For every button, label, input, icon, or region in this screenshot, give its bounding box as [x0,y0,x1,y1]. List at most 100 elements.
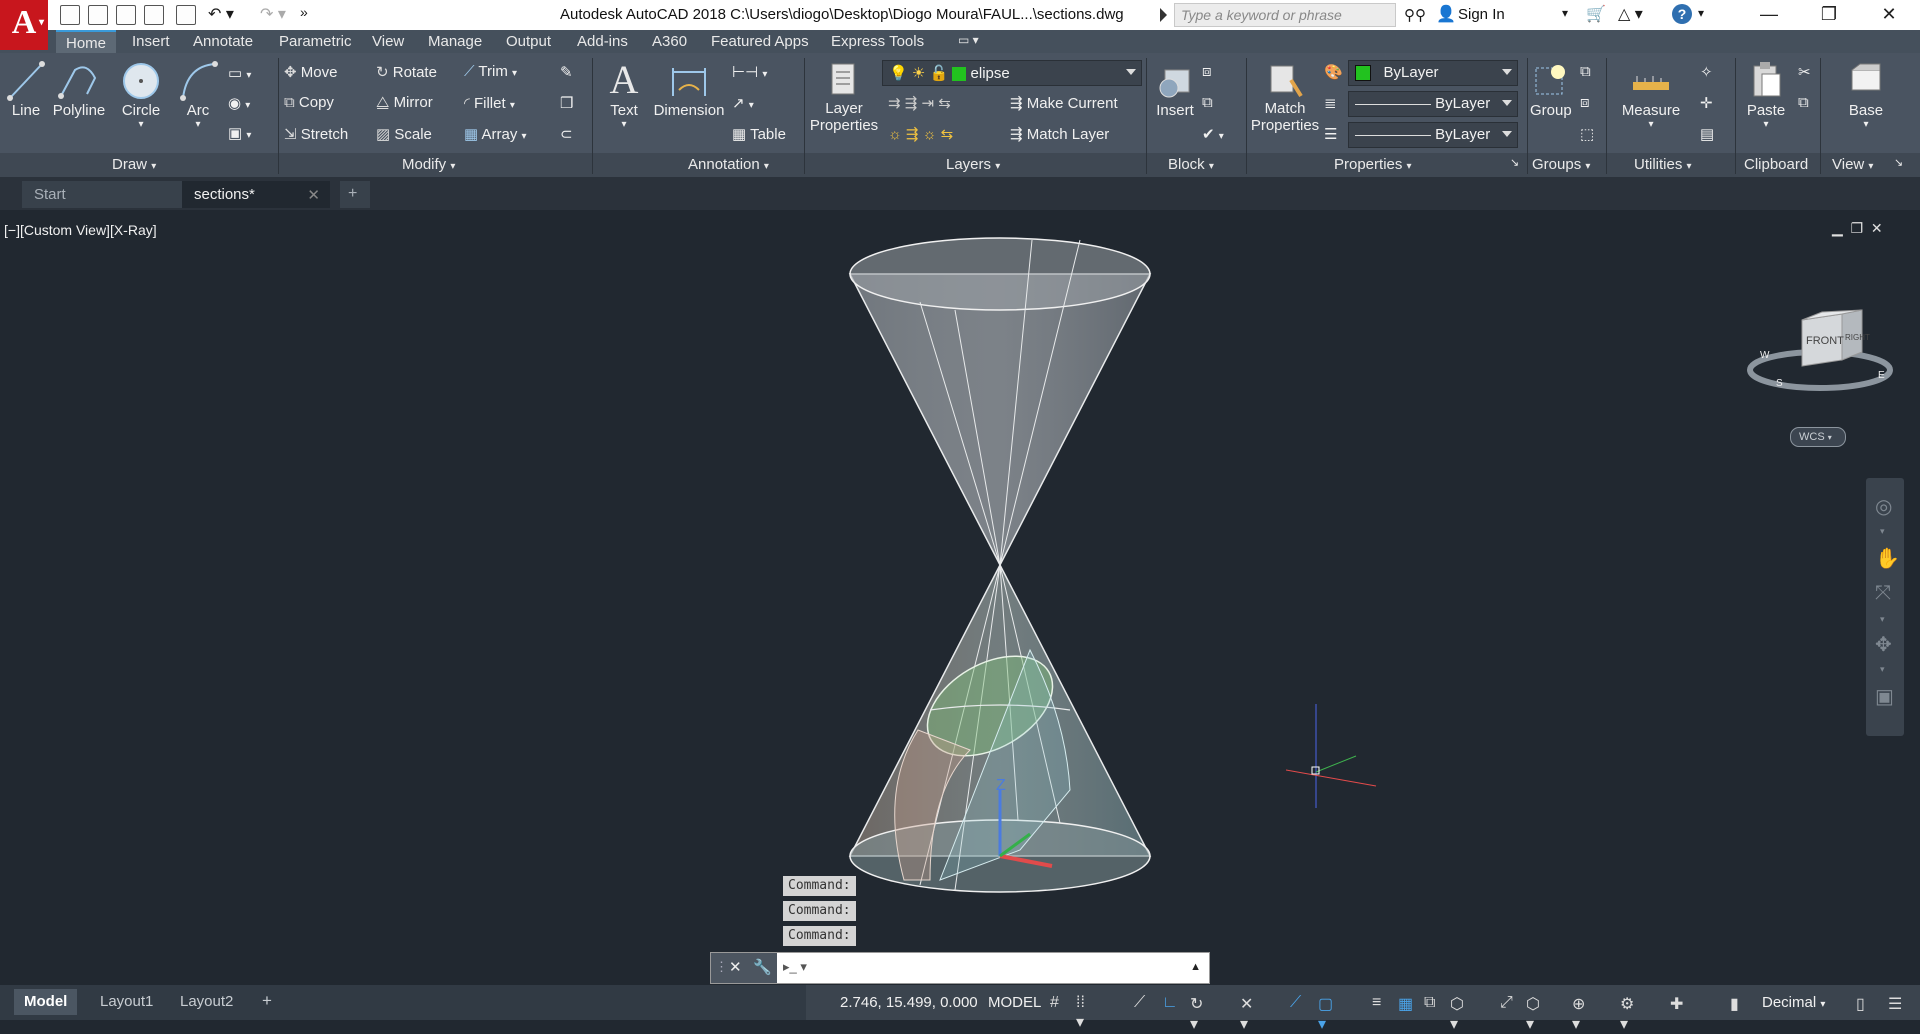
customization-menu-icon[interactable]: ☰ [1888,994,1906,1013]
cart-icon[interactable]: 🛒 [1586,4,1606,24]
ribbon-display-toggle-icon[interactable]: ▭ ▾ [958,33,979,47]
zoom-extents-icon[interactable]: ⤧ [1875,582,1891,605]
view-panel-title[interactable]: View ▾ [1832,156,1873,173]
match-layer-button[interactable]: ⇶ Match Layer [1010,125,1109,143]
tab-layout2[interactable]: Layout2 [170,989,243,1015]
steering-wheel-dropdown-icon[interactable]: ▾ [1880,526,1885,537]
edit-block-icon[interactable]: ⧉ [1202,94,1213,111]
pan-icon[interactable]: ✋ [1875,546,1900,571]
tab-manage[interactable]: Manage [428,33,482,50]
orbit-dropdown-icon[interactable]: ▾ [1880,664,1885,675]
line-button[interactable]: Line [6,60,46,119]
showmotion-icon[interactable]: ▣ [1875,684,1894,709]
help-dropdown-icon[interactable]: ▾ [1698,6,1704,20]
paste-dropdown-icon[interactable]: ▾ [1744,119,1788,130]
circle-dropdown-icon[interactable]: ▾ [118,119,164,130]
group-button[interactable]: Group [1530,60,1572,119]
circle-button[interactable]: Circle ▾ [118,60,164,130]
layer-tools-row-2[interactable]: ☼ ⇶ ☼ ⇆ [888,125,953,143]
snap-icon[interactable]: ⁞⁞ ▾ [1076,994,1094,1031]
help-icon[interactable]: ? [1672,4,1692,24]
transparency-icon[interactable]: ▦ [1398,994,1416,1013]
copy-clip-icon[interactable]: ⧉ [1798,94,1809,111]
sign-in-button[interactable]: Sign In [1458,6,1505,23]
viewport-minimize-icon[interactable]: ▁ [1832,220,1843,236]
calculator-icon[interactable]: ▤ [1700,125,1714,143]
application-menu-button[interactable]: A ▾ [0,0,48,50]
arc-dropdown-icon[interactable]: ▾ [176,119,220,130]
autodesk-app-icon[interactable]: △ ▾ [1618,4,1643,24]
new-icon[interactable] [60,5,80,25]
table-button[interactable]: ▦ Table [732,125,786,143]
explode-icon[interactable]: ❒ [560,94,573,112]
new-tab-icon[interactable]: + [340,181,370,208]
annotation-panel-title[interactable]: Annotation ▾ [688,156,769,173]
scale-button[interactable]: ▨ Scale [376,125,432,143]
command-prompt-icon[interactable]: ▸_ ▾ [783,959,807,975]
save-as-icon[interactable] [144,5,164,25]
undo-icon[interactable]: ↶ ▾ [208,4,234,24]
lineweight-toggle-icon[interactable]: ≡ [1372,994,1390,1012]
tab-annotate[interactable]: Annotate [193,33,253,50]
close-command-line-icon[interactable]: ✕ [729,958,742,976]
search-expand-icon[interactable] [1160,8,1167,22]
tab-output[interactable]: Output [506,33,551,50]
rectangle-icon[interactable]: ▭ ▾ [228,64,251,82]
search-input[interactable]: Type a keyword or phrase [1174,3,1396,27]
viewport-close-icon[interactable]: ✕ [1871,220,1883,236]
color-dropdown[interactable]: ByLayer [1348,60,1518,86]
selection-cycling-icon[interactable]: ⧉ [1424,994,1442,1012]
quick-select-icon[interactable]: ✧ [1700,63,1713,81]
selection-filter-icon[interactable]: ⬡ ▾ [1526,994,1544,1033]
boundary-icon[interactable]: ▣ ▾ [228,124,251,142]
properties-panel-title[interactable]: Properties ▾ [1334,156,1412,173]
binoculars-icon[interactable]: ⚲⚲ [1404,6,1426,24]
command-line[interactable]: ⋮ ✕ 🔧 ▸_ ▾ ▲ [710,952,1210,984]
add-layout-icon[interactable]: + [254,989,280,1015]
double-cone-drawing[interactable]: Z [820,230,1160,895]
open-icon[interactable] [88,5,108,25]
save-icon[interactable] [116,5,136,25]
gizmo-icon[interactable]: ⊕ ▾ [1572,994,1590,1033]
restore-icon[interactable]: ❐ [1806,0,1852,30]
command-line-grip-icon[interactable]: ⋮ [715,959,728,975]
dimension-button[interactable]: Dimension [652,60,726,119]
user-icon[interactable]: 👤 [1436,4,1456,24]
tab-featured-apps[interactable]: Featured Apps [711,33,809,50]
tab-add-ins[interactable]: Add-ins [577,33,628,50]
layer-dropdown[interactable]: 💡 ☀ 🔓 elipse [882,60,1142,86]
layers-panel-title[interactable]: Layers ▾ [946,156,1000,173]
erase-icon[interactable]: ✎ [560,63,573,81]
groups-panel-title[interactable]: Groups ▾ [1532,156,1590,173]
stretch-button[interactable]: ⇲ Stretch [284,125,348,143]
model-space-indicator[interactable]: MODEL [988,994,1041,1011]
utilities-panel-title[interactable]: Utilities ▾ [1634,156,1692,173]
grid-icon[interactable]: # [1050,994,1068,1012]
ortho-icon[interactable]: ∟ [1162,994,1180,1012]
dynamic-ucs-icon[interactable]: ⤢ [1500,994,1518,1012]
polyline-button[interactable]: Polyline [52,60,106,119]
rotate-button[interactable]: ↻ Rotate [376,63,437,81]
lineweight-dropdown[interactable]: ByLayer [1348,122,1518,148]
layer-properties-button[interactable]: Layer Properties [808,60,880,134]
block-attribute-icon[interactable]: ✔ ▾ [1202,125,1224,143]
wcs-menu[interactable]: WCS ▾ [1790,427,1846,447]
linear-dimension-icon[interactable]: ⊢⊣ ▾ [732,63,767,81]
make-current-button[interactable]: ⇶ Make Current [1010,94,1118,112]
move-button[interactable]: ✥ Move [284,63,337,81]
insert-button[interactable]: Insert [1152,60,1198,119]
tab-view[interactable]: View [372,33,404,50]
polar-tracking-icon[interactable]: ↻ ▾ [1190,994,1208,1033]
coordinates-readout[interactable]: 2.746, 15.499, 0.000 [840,994,978,1011]
group-select-icon[interactable]: ⬚ [1580,125,1594,143]
trim-button[interactable]: ⟋ Trim ▾ [464,63,517,80]
viewport-restore-icon[interactable]: ❐ [1851,220,1864,236]
draw-panel-title[interactable]: Draw ▾ [112,156,156,173]
close-icon[interactable]: ✕ [1866,0,1912,30]
tab-insert[interactable]: Insert [132,33,170,50]
measure-button[interactable]: Measure ▾ [1614,60,1688,130]
fillet-button[interactable]: ◜ Fillet ▾ [464,94,515,112]
3d-object-snap-icon[interactable]: ⬡ ▾ [1450,994,1468,1033]
measure-dropdown-icon[interactable]: ▾ [1614,119,1688,130]
close-tab-icon[interactable]: ✕ [307,186,320,204]
